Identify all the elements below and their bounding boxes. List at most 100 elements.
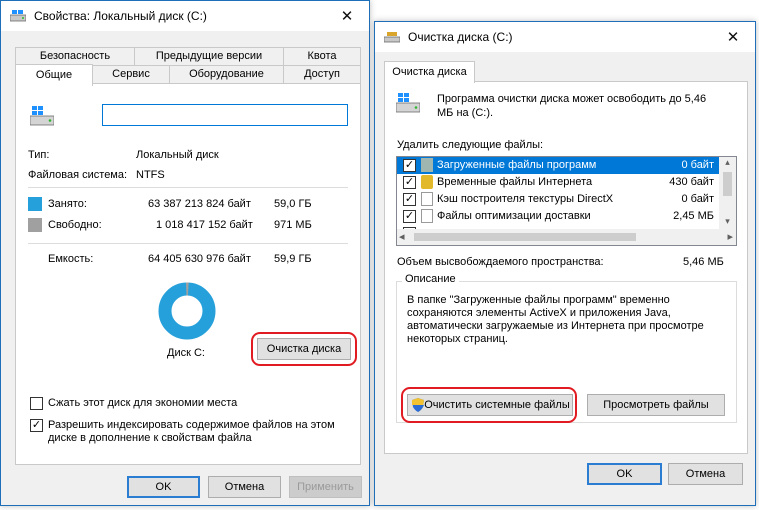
disk-usage-donut — [158, 282, 216, 340]
intro-line1: Программа очистки диска может освободить… — [437, 93, 707, 105]
general-panel: Тип: Локальный диск Файловая система: NT… — [15, 83, 361, 465]
properties-titlebar[interactable]: Свойства: Локальный диск (C:) ✕ — [1, 1, 369, 31]
tab-label: Очистка диска — [392, 66, 467, 78]
view-files-label: Просмотреть файлы — [603, 399, 709, 411]
disk-label: Диск C: — [167, 347, 205, 359]
cleanup-panel: Программа очистки диска может освободить… — [384, 81, 748, 454]
tab-tools[interactable]: Сервис — [92, 65, 170, 84]
index-label-line2: диске в дополнение к свойствам файла — [48, 432, 252, 444]
description-line: В папке "Загруженные файлы программ" вре… — [407, 294, 670, 306]
close-button[interactable]: ✕ — [711, 22, 755, 52]
compress-label: Сжать этот диск для экономии места — [48, 397, 238, 409]
description-line: сохраняются элементы ActiveX и приложени… — [407, 307, 671, 319]
close-icon: ✕ — [340, 8, 354, 25]
folder-icon — [421, 158, 433, 172]
description-line: некоторых страниц. — [407, 333, 508, 345]
tab-hardware[interactable]: Оборудование — [169, 65, 284, 84]
scroll-thumb[interactable] — [723, 172, 732, 196]
file-icon — [421, 192, 433, 206]
list-item[interactable]: ✓ Файлы оптимизации доставки 2,45 МБ — [397, 208, 720, 225]
scroll-hthumb[interactable] — [414, 233, 636, 241]
tab-label: Сервис — [112, 68, 150, 80]
drive-large-icon — [396, 93, 420, 113]
tab-label: Предыдущие версии — [155, 50, 263, 62]
disk-cleanup-window: Очистка диска (C:) ✕ Очистка диска Прогр… — [374, 21, 756, 506]
tab-label: Оборудование — [189, 68, 264, 80]
used-size: 59,0 ГБ — [274, 198, 312, 210]
free-swatch — [28, 218, 42, 232]
tab-label: Доступ — [304, 68, 340, 80]
item-size: 2,45 МБ — [673, 210, 714, 222]
ok-button[interactable]: OK — [127, 476, 200, 498]
free-size: 971 МБ — [274, 219, 312, 231]
divider — [28, 187, 348, 188]
lock-icon — [421, 175, 433, 189]
close-icon: ✕ — [726, 29, 740, 46]
tab-label: Общие — [35, 69, 73, 81]
ok-label: OK — [155, 481, 172, 493]
view-files-button[interactable]: Просмотреть файлы — [587, 394, 725, 416]
list-item[interactable]: ✓ Загруженные файлы программ 0 байт — [397, 157, 720, 174]
window-title: Очистка диска (C:) — [408, 30, 513, 44]
item-name: Файлы оптимизации доставки — [437, 210, 591, 222]
index-label-line1: Разрешить индексировать содержимое файло… — [48, 419, 335, 431]
free-label: Свободно: — [48, 219, 102, 231]
scroll-up-icon[interactable]: ▴ — [719, 157, 736, 171]
drive-large-icon — [30, 106, 54, 126]
item-name: Временные файлы Интернета — [437, 176, 593, 188]
cleanup-titlebar[interactable]: Очистка диска (C:) ✕ — [375, 22, 755, 52]
compress-checkbox[interactable] — [30, 397, 43, 410]
tab-sharing[interactable]: Доступ — [283, 65, 361, 84]
check-icon: ✓ — [31, 419, 42, 431]
tab-previous-versions[interactable]: Предыдущие версии — [134, 47, 284, 66]
horizontal-scrollbar[interactable]: ◂ ▸ — [397, 229, 736, 245]
free-bytes: 1 018 417 152 байт — [156, 219, 253, 231]
files-listbox[interactable]: ✓ Загруженные файлы программ 0 байт ✓ Вр… — [396, 156, 737, 246]
intro-line2: МБ на (C:). — [437, 107, 494, 119]
cleanup-system-files-button[interactable]: Очистить системные файлы — [407, 394, 573, 416]
disk-cleanup-button[interactable]: Очистка диска — [257, 338, 351, 360]
drive-icon — [10, 10, 26, 22]
ok-button[interactable]: OK — [587, 463, 662, 485]
tab-label: Квота — [307, 50, 337, 62]
description-legend: Описание — [402, 273, 459, 285]
scroll-left-icon[interactable]: ◂ — [399, 230, 405, 243]
ok-label: OK — [616, 468, 633, 480]
list-item[interactable]: ✓ Кэш построителя текстуры DirectX 0 бай… — [397, 191, 720, 208]
used-swatch — [28, 197, 42, 211]
file-icon — [421, 209, 433, 223]
item-checkbox[interactable]: ✓ — [403, 159, 416, 172]
cancel-label: Отмена — [685, 468, 726, 480]
total-value: 5,46 МБ — [683, 256, 724, 268]
capacity-size: 59,9 ГБ — [274, 253, 312, 265]
tab-disk-cleanup[interactable]: Очистка диска — [384, 61, 475, 83]
cancel-button[interactable]: Отмена — [668, 463, 743, 485]
capacity-label: Емкость: — [48, 253, 94, 265]
drive-name-input[interactable] — [102, 104, 348, 126]
used-label: Занято: — [48, 198, 87, 210]
list-item[interactable]: ✓ Временные файлы Интернета 430 байт — [397, 174, 720, 191]
item-checkbox[interactable]: ✓ — [403, 176, 416, 189]
scroll-right-icon[interactable]: ▸ — [727, 230, 733, 243]
capacity-bytes: 64 405 630 976 байт — [148, 253, 251, 265]
files-label: Удалить следующие файлы: — [397, 139, 544, 151]
apply-button[interactable]: Применить — [289, 476, 362, 498]
index-checkbox[interactable]: ✓ — [30, 419, 43, 432]
type-value: Локальный диск — [136, 149, 219, 161]
item-checkbox[interactable]: ✓ — [403, 193, 416, 206]
used-bytes: 63 387 213 824 байт — [148, 198, 251, 210]
vertical-scrollbar[interactable]: ▴ ▾ — [719, 157, 736, 230]
shield-icon — [412, 398, 424, 412]
cancel-button[interactable]: Отмена — [208, 476, 281, 498]
item-checkbox[interactable]: ✓ — [403, 210, 416, 223]
item-size: 0 байт — [681, 193, 714, 205]
window-title: Свойства: Локальный диск (C:) — [34, 9, 207, 23]
tab-quota[interactable]: Квота — [283, 47, 361, 66]
tab-general[interactable]: Общие — [15, 64, 93, 86]
scroll-down-icon[interactable]: ▾ — [719, 216, 736, 230]
cleanup-system-files-label: Очистить системные файлы — [424, 399, 570, 411]
cancel-label: Отмена — [224, 481, 265, 493]
type-label: Тип: — [28, 149, 50, 161]
close-button[interactable]: ✕ — [325, 1, 369, 31]
item-name: Кэш построителя текстуры DirectX — [437, 193, 614, 205]
